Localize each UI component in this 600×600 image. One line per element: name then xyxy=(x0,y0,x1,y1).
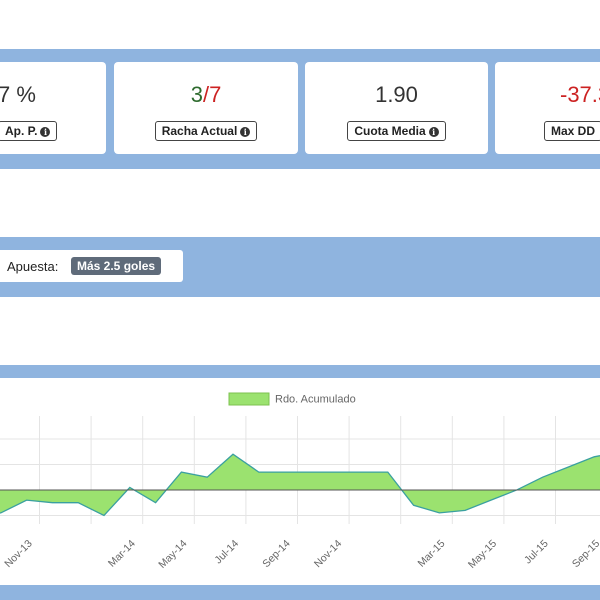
x-tick-label: Mar-14 xyxy=(106,538,138,570)
stat-value-max-dd: -37.3 xyxy=(560,82,600,107)
bet-filter-badge[interactable]: Más 2.5 goles xyxy=(71,257,162,275)
x-tick-label: May-14 xyxy=(156,538,189,571)
stat-card-racha-actual: 3/7 Racha Actual i xyxy=(114,62,298,154)
x-tick-label: Nov-13 xyxy=(2,538,35,571)
x-tick-label: Sep-14 xyxy=(260,538,293,571)
chart-svg: Rdo. Acumulado Nov-13 Mar-14 May-14 Jul-14 Se… xyxy=(0,392,600,571)
bet-filter-label: Apuesta: xyxy=(7,259,59,274)
racha-wins: 3 xyxy=(190,82,203,107)
legend-swatch xyxy=(228,392,270,406)
cuota-media-label-text: Cuota Media xyxy=(354,124,426,138)
stat-label-racha-actual: Racha Actual i xyxy=(114,121,298,141)
racha-actual-label-text: Racha Actual xyxy=(161,124,238,138)
racha-actual-info-button[interactable]: Racha Actual i xyxy=(154,121,258,141)
info-icon: i xyxy=(428,127,439,137)
x-tick-label: Jul-14 xyxy=(212,538,241,567)
x-tick-label: May-15 xyxy=(466,538,499,571)
stat-card-ap-p: 7 % Ap. P. i xyxy=(0,62,106,154)
x-tick-label: Mar-15 xyxy=(416,538,448,570)
info-icon: i xyxy=(40,127,51,137)
cumulative-result-chart: Rdo. Acumulado Nov-13 Mar-14 May-14 Jul-14 Se… xyxy=(0,378,600,585)
info-icon: i xyxy=(240,127,251,137)
stat-value-cuota-media: 1.90 xyxy=(375,82,418,107)
x-tick-label: Sep-15 xyxy=(570,538,600,571)
ap-p-label-text: Ap. P. xyxy=(5,124,38,138)
max-dd-label-text: Max DD xyxy=(551,124,596,138)
stat-label-ap-p: Ap. P. i xyxy=(0,121,106,141)
legend-label: Rdo. Acumulado xyxy=(275,394,356,406)
stat-card-cuota-media: 1.90 Cuota Media i xyxy=(305,62,488,154)
x-tick-label: Jul-15 xyxy=(522,538,551,567)
bet-filter: Apuesta: Más 2.5 goles xyxy=(0,250,183,282)
stat-label-cuota-media: Cuota Media i xyxy=(305,121,488,141)
series-area-fill xyxy=(0,454,600,516)
stat-value-racha-actual: 3/7 xyxy=(114,82,298,108)
max-dd-info-button[interactable]: Max DD xyxy=(544,121,600,141)
cuota-media-info-button[interactable]: Cuota Media i xyxy=(347,121,446,141)
stat-card-max-dd: -37.3 Max DD xyxy=(495,62,600,154)
stat-label-max-dd: Max DD xyxy=(495,121,600,141)
x-tick-label: Nov-14 xyxy=(312,538,345,571)
stat-value-ap-p-text: 7 % xyxy=(0,82,36,107)
ap-p-info-button[interactable]: Ap. P. i xyxy=(0,121,58,141)
stat-value-ap-p: 7 % xyxy=(0,82,106,108)
racha-losses: 7 xyxy=(209,82,222,107)
